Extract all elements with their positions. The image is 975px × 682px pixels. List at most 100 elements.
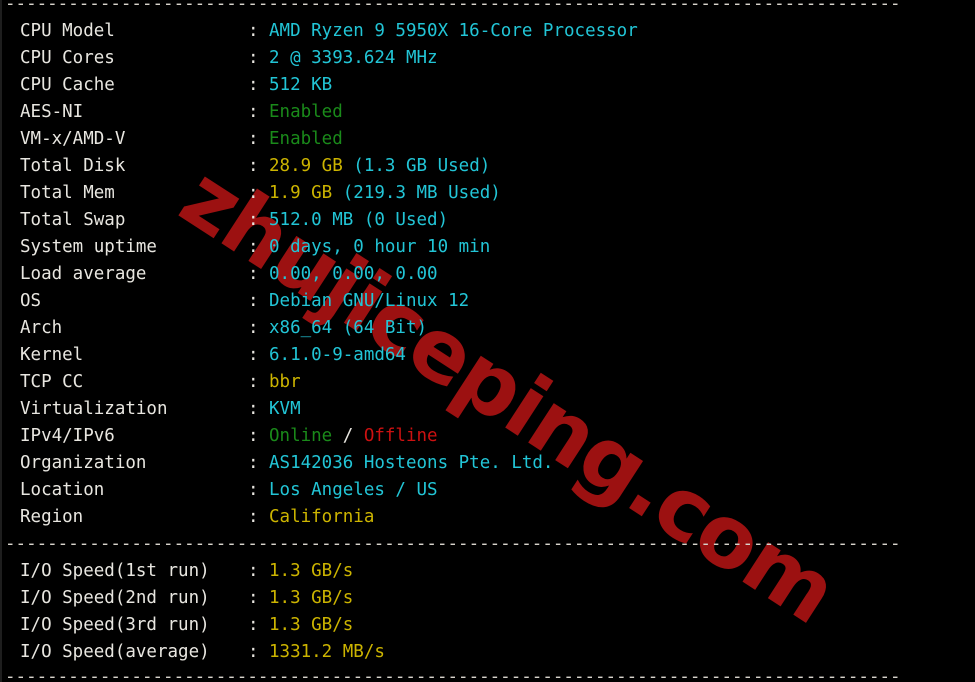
system-info-label: Total Swap [20,210,126,230]
system-info-row: OS: Debian GNU/Linux 12 [2,288,975,315]
system-info-value-part: / [332,426,364,446]
system-info-value: Enabled [269,126,343,153]
system-info-section: CPU Model: AMD Ryzen 9 5950X 16-Core Proc… [2,18,975,531]
system-info-value-part: 0 days, 0 hour 10 min [269,237,491,257]
system-info-row: CPU Cache:512 KB [2,72,975,99]
colon-separator: : [248,453,259,473]
system-info-label: Arch [20,318,63,338]
system-info-value: 0.00, 0.00, 0.00 [269,261,438,288]
system-info-label: Location [20,480,105,500]
io-speed-value-part: 1.3 GB/s [269,615,354,635]
io-speed-value: 1331.2 MB/s [269,639,385,666]
system-info-value: Los Angeles / US [269,477,438,504]
system-info-value: x86_64 (64 Bit) [269,315,427,342]
system-info-row: CPU Cores:2 @ 3393.624 MHz [2,45,975,72]
system-info-value-part: Los Angeles / US [269,480,438,500]
system-info-label: IPv4/IPv6 [20,426,115,446]
system-info-row: System uptime:0 days, 0 hour 10 min [2,234,975,261]
system-info-value: Enabled [269,99,343,126]
terminal-window[interactable]: zhujiceping.com ------------------------… [0,0,975,682]
colon-separator: : [248,210,259,230]
terminal-content: ----------------------------------------… [2,0,975,682]
io-speed-row: I/O Speed(1st run):1.3 GB/s [2,558,975,585]
separator-bottom: ----------------------------------------… [5,667,901,682]
colon-separator: : [248,642,259,662]
system-info-value-part: Offline [363,426,438,446]
system-info-value-part: AMD Ryzen 9 5950X 16-Core Processor [269,21,638,41]
io-speed-value-part: 1.3 GB/s [269,561,354,581]
system-info-value: Online / Offline [269,423,438,450]
colon-separator: : [248,561,259,581]
colon-separator: : [248,399,259,419]
system-info-row: IPv4/IPv6: Online / Offline [2,423,975,450]
system-info-label: AES-NI [20,102,84,122]
colon-separator: : [248,21,259,41]
colon-separator: : [248,507,259,527]
io-speed-value: 1.3 GB/s [269,612,353,639]
system-info-row: Total Disk:28.9 GB (1.3 GB Used) [2,153,975,180]
system-info-value-part: Debian GNU/Linux 12 [269,291,470,311]
io-speed-row: I/O Speed(3rd run):1.3 GB/s [2,612,975,639]
system-info-value-part: KVM [269,399,301,419]
system-info-value-part: bbr [269,372,301,392]
system-info-label: CPU Cache [20,75,115,95]
system-info-label: Load average [20,264,147,284]
colon-separator: : [248,48,259,68]
system-info-value-part: 6.1.0-9-amd64 [269,345,406,365]
system-info-label: Virtualization [20,399,168,419]
system-info-value: California [269,504,374,531]
separator-top: ----------------------------------------… [5,0,901,14]
colon-separator: : [248,75,259,95]
io-speed-label: I/O Speed(2nd run) [20,588,210,608]
system-info-value-part: 2 @ 3393.624 MHz [269,48,438,68]
system-info-value-part: Online [269,426,333,446]
colon-separator: : [248,291,259,311]
colon-separator: : [248,426,259,446]
colon-separator: : [248,345,259,365]
system-info-value-part: 28.9 GB [269,156,354,176]
system-info-value: KVM [269,396,301,423]
system-info-value: 0 days, 0 hour 10 min [269,234,490,261]
colon-separator: : [248,264,259,284]
system-info-row: Organization: AS142036 Hosteons Pte. Ltd. [2,450,975,477]
system-info-row: Load average:0.00, 0.00, 0.00 [2,261,975,288]
system-info-row: Kernel:6.1.0-9-amd64 [2,342,975,369]
system-info-value-part: (219.3 MB Used) [342,183,501,203]
io-speed-value: 1.3 GB/s [269,585,353,612]
system-info-row: Region: California [2,504,975,531]
system-info-row: AES-NI: Enabled [2,99,975,126]
system-info-value-part: x86_64 (64 Bit) [269,318,428,338]
system-info-label: Region [20,507,84,527]
system-info-value: 28.9 GB (1.3 GB Used) [269,153,490,180]
system-info-value-part: 512 KB [269,75,333,95]
colon-separator: : [248,480,259,500]
system-info-value: 512 KB [269,72,332,99]
system-info-label: Kernel [20,345,84,365]
io-speed-label: I/O Speed(average) [20,642,210,662]
system-info-label: VM-x/AMD-V [20,129,126,149]
colon-separator: : [248,237,259,257]
system-info-row: VM-x/AMD-V: Enabled [2,126,975,153]
io-speed-row: I/O Speed(average):1331.2 MB/s [2,639,975,666]
system-info-label: Total Disk [20,156,126,176]
system-info-label: Organization [20,453,147,473]
colon-separator: : [248,102,259,122]
system-info-value: 6.1.0-9-amd64 [269,342,406,369]
system-info-row: Location: Los Angeles / US [2,477,975,504]
colon-separator: : [248,318,259,338]
system-info-row: Virtualization: KVM [2,396,975,423]
io-speed-value: 1.3 GB/s [269,558,353,585]
system-info-value: 2 @ 3393.624 MHz [269,45,438,72]
system-info-value-part: 0.00, 0.00, 0.00 [269,264,438,284]
io-speed-row: I/O Speed(2nd run):1.3 GB/s [2,585,975,612]
colon-separator: : [248,129,259,149]
system-info-value: AS142036 Hosteons Pte. Ltd. [269,450,553,477]
system-info-value: bbr [269,369,301,396]
system-info-value-part: (1.3 GB Used) [353,156,491,176]
io-speed-value-part: 1.3 GB/s [269,588,354,608]
system-info-label: Total Mem [20,183,115,203]
system-info-label: System uptime [20,237,157,257]
system-info-row: TCP CC: bbr [2,369,975,396]
system-info-value: AMD Ryzen 9 5950X 16-Core Processor [269,18,638,45]
colon-separator: : [248,372,259,392]
